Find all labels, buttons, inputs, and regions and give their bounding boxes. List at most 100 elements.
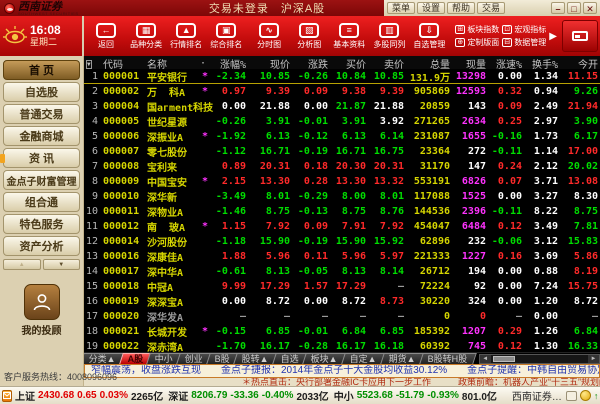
composite-ranking-button[interactable]: ▣综合排名 <box>206 16 246 56</box>
table-row[interactable]: 6000007零七股份-1.1216.71-0.1916.7116.752336… <box>84 144 600 159</box>
scroll-thumb[interactable] <box>493 356 515 362</box>
toolbar-buttons: ←返回▦品种分类▲行情排名▣综合排名∿分时图▧分析图≡基本资料▥多股同列⇩自选管… <box>84 16 546 56</box>
cell-volume: 131.9万 <box>406 69 452 84</box>
table-row[interactable]: 17000020深华发A—————00—0.00— <box>84 309 600 324</box>
cell-current-volume: 6826 <box>452 176 488 187</box>
table-row[interactable]: 13000016深康佳A1.885.960.115.965.9722133312… <box>84 249 600 264</box>
sidebar-item-7[interactable]: 特色服务 <box>3 214 80 234</box>
maximize-button[interactable]: □ <box>567 2 581 14</box>
message-icon[interactable] <box>2 390 12 402</box>
table-row[interactable]: 3000004国агment科技0.0021.880.0021.8721.882… <box>84 99 600 114</box>
table-row[interactable]: 10000011深物业A-1.468.75-0.138.758.76144536… <box>84 204 600 219</box>
cell-code: 000017 <box>100 266 144 277</box>
table-row[interactable]: 5000006深振业A*-1.926.13-0.126.136.14231087… <box>84 129 600 144</box>
cell-volume: 23364 <box>406 146 452 157</box>
cell-current-volume: 194 <box>452 266 488 277</box>
tab-9[interactable]: 期货▲ <box>380 353 424 364</box>
menu-button-2[interactable]: 帮助 <box>447 2 475 14</box>
table-row[interactable]: 11000012南 玻A*1.157.920.097.917.924540476… <box>84 219 600 234</box>
cell-buy: 16.17 <box>330 341 368 352</box>
cell-chg: 0.00 <box>292 296 330 307</box>
table-filter-icon[interactable]: ▼ <box>84 58 100 69</box>
table-row[interactable]: 16000019深深宝A0.008.720.008.728.7330220324… <box>84 294 600 309</box>
advisor-label: 我的投顾 <box>22 322 62 337</box>
sidebar-arrows: ▲ ▼ <box>3 259 80 270</box>
data-manage-button[interactable]: ⊟数据管理 <box>502 37 546 48</box>
data-manage-icon: ⊟ <box>502 38 512 47</box>
tab-10[interactable]: B股转H股 <box>419 353 476 364</box>
table-row[interactable]: 15000018中冠A9.9917.291.5717.29—72224920.0… <box>84 279 600 294</box>
news-ticker-primary: 窄幅震荡，收盘涨跌互现 金点子捷报：2014年金点子十大金股均收益30.12% … <box>84 364 600 378</box>
menu-button-0[interactable]: 菜单 <box>387 2 415 14</box>
cell-price: 17.29 <box>248 281 292 292</box>
sidebar-item-2[interactable]: 普通交易 <box>3 104 80 124</box>
cell-code: 000020 <box>100 311 144 322</box>
analysis-chart-button[interactable]: ▧分析图 <box>289 16 329 56</box>
cell-code: 000010 <box>100 191 144 202</box>
screen-mode-button[interactable] <box>562 20 598 52</box>
toolbar-expand-arrow[interactable]: ▶ <box>549 16 557 56</box>
table-row[interactable]: 9000010深华新-3.498.01-0.298.008.0111708815… <box>84 189 600 204</box>
cell-open: 15.83 <box>560 236 600 247</box>
table-row[interactable]: 7000008宝利来0.8920.310.1820.3020.313117014… <box>84 159 600 174</box>
multi-stock-label: 多股同列 <box>373 39 405 50</box>
watchlist-manage-label: 自选管理 <box>413 39 445 50</box>
table-row[interactable]: 2000002万 科A*0.979.390.099.389.3990586912… <box>84 84 600 99</box>
table-row[interactable]: 1000001平安银行*-2.3410.85-0.2610.8410.85131… <box>84 69 600 84</box>
cell-speed: 0.09 <box>488 101 524 112</box>
cell-name: 中国宝安 <box>144 174 200 189</box>
cell-volume: 31170 <box>406 161 452 172</box>
basic-info-button[interactable]: ≡基本资料 <box>329 16 369 56</box>
cell-price: 5.96 <box>248 251 292 262</box>
intraday-chart-button[interactable]: ∿分时图 <box>249 16 289 56</box>
sidebar-item-5[interactable]: 金点子财富管理 <box>3 170 80 190</box>
sidebar-item-8[interactable]: 资产分析 <box>3 236 80 256</box>
macro-indicator-button[interactable]: ⊡宏观指标 <box>502 24 546 35</box>
multi-stock-button[interactable]: ▥多股同列 <box>369 16 409 56</box>
sidebar-item-0[interactable]: 首 页 <box>3 60 80 80</box>
tray-coin-icon[interactable] <box>580 390 591 401</box>
scroll-right-icon[interactable]: ► <box>588 355 599 363</box>
cell-code: 000019 <box>100 296 144 307</box>
minimize-button[interactable]: – <box>551 2 565 14</box>
sidebar-item-1[interactable]: 自选股 <box>3 82 80 102</box>
cell-current-volume: 1525 <box>452 191 488 202</box>
menu-button-3[interactable]: 交易 <box>477 2 505 14</box>
table-row[interactable]: 14000017深中华A-0.618.13-0.058.138.14267121… <box>84 264 600 279</box>
my-advisor-button[interactable]: 我的投顾 <box>0 284 83 337</box>
cell-volume: 231087 <box>406 131 452 142</box>
table-row[interactable]: 18000021长城开发*-0.156.85-0.016.846.8518539… <box>84 324 600 339</box>
cell-open: 20.02 <box>560 161 600 172</box>
back-button[interactable]: ←返回 <box>86 16 126 56</box>
category-button[interactable]: ▦品种分类 <box>126 16 166 56</box>
sidebar-scroll-up-icon[interactable]: ▲ <box>3 259 41 270</box>
table-row[interactable]: 4000005世纪星源-0.263.91-0.013.913.922712652… <box>84 114 600 129</box>
analysis-chart-label: 分析图 <box>297 39 321 50</box>
table-row[interactable]: 8000009中国宝安*2.1513.300.2813.3013.3255319… <box>84 174 600 189</box>
sidebar-item-6[interactable]: 组合通 <box>3 192 80 212</box>
table-row[interactable]: 12000014沙河股份-1.1815.90-0.1915.9015.92628… <box>84 234 600 249</box>
tab-scrollbar[interactable]: ◄► <box>479 354 600 364</box>
cell-name: 深华发A <box>144 309 200 324</box>
cell-speed: -0.11 <box>488 206 524 217</box>
cell-turnover: 0.00 <box>524 311 560 322</box>
sidebar-item-3[interactable]: 金融商城 <box>3 126 80 146</box>
cell-turnover: 1.14 <box>524 146 560 157</box>
watchlist-manage-button[interactable]: ⇩自选管理 <box>409 16 449 56</box>
scroll-left-icon[interactable]: ◄ <box>480 355 491 363</box>
tray-up-arrow-icon[interactable]: ↑ <box>594 391 599 401</box>
cell-price: 9.39 <box>248 86 292 97</box>
tab-8[interactable]: 自定▲ <box>342 353 386 364</box>
cell-price: 16.71 <box>248 146 292 157</box>
sector-index-button[interactable]: ⊞板块指数 <box>455 24 499 35</box>
custom-layout-button[interactable]: ⊕定制版面 <box>455 37 499 48</box>
tray-window-icon[interactable] <box>566 391 577 401</box>
cell-chg-pct: -0.61 <box>210 266 248 277</box>
sidebar-item-4[interactable]: 资 讯 <box>3 148 80 168</box>
quote-ranking-button[interactable]: ▲行情排名 <box>166 16 206 56</box>
sidebar-scroll-down-icon[interactable]: ▼ <box>43 259 81 270</box>
cell-speed: 0.12 <box>488 341 524 352</box>
close-button[interactable]: ✕ <box>583 2 597 14</box>
menu-button-1[interactable]: 设置 <box>417 2 445 14</box>
custom-layout-label: 定制版面 <box>467 37 499 48</box>
